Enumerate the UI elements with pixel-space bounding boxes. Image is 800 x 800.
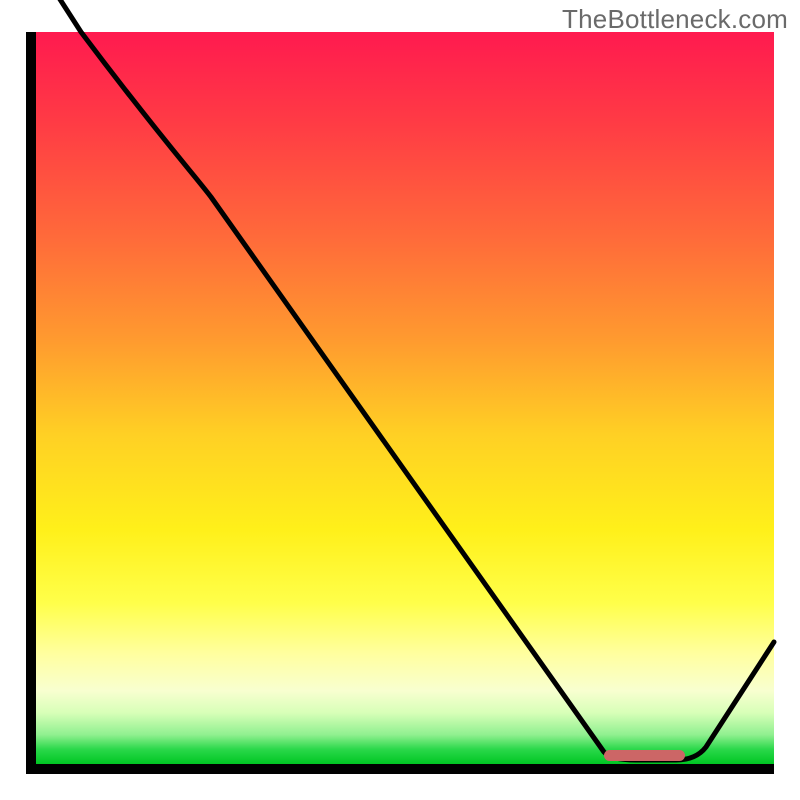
plot-area [36,32,774,764]
plot-axes [26,32,774,774]
bottleneck-curve [36,32,774,764]
watermark-text: TheBottleneck.com [562,4,788,35]
optimal-zone-marker [604,750,685,761]
chart-stage: TheBottleneck.com [0,0,800,800]
curve-path [36,0,774,760]
